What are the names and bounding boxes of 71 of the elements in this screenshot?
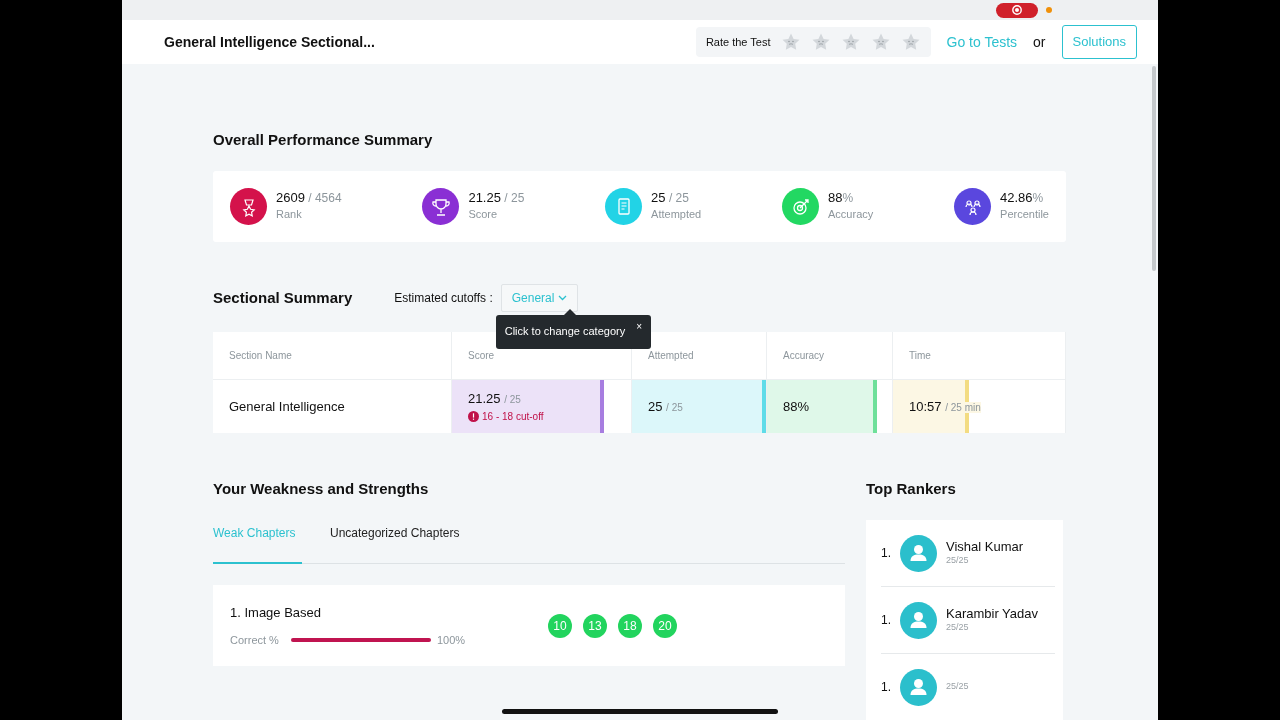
cell-value: 25 xyxy=(648,398,663,414)
tooltip-text: Click to change category xyxy=(504,325,626,337)
ranker-score: 25/25 xyxy=(946,620,970,634)
question-number[interactable]: 13 xyxy=(583,613,607,638)
stat-value: 2609 xyxy=(276,190,305,206)
cell-total: / 25 xyxy=(504,394,521,406)
question-number[interactable]: 18 xyxy=(618,613,642,638)
stat-total: / 25 xyxy=(667,191,689,206)
chapter-tab[interactable]: Uncategorized Chapters xyxy=(330,524,460,564)
star-icon[interactable] xyxy=(840,32,861,52)
stat-label: Percentile xyxy=(1000,207,1049,223)
avatar-icon xyxy=(900,668,937,706)
stat-label: Attempted xyxy=(651,207,702,223)
or-text: or xyxy=(1033,32,1046,52)
stat-label: Rank xyxy=(276,207,303,223)
star-icon[interactable] xyxy=(780,32,801,52)
chevron-down-icon xyxy=(558,295,568,301)
percent-text: 100% xyxy=(436,633,466,648)
star-icon[interactable] xyxy=(900,32,921,52)
ranker-score: 25/25 xyxy=(946,680,969,694)
ranker-score: 25/25 xyxy=(946,553,970,567)
solutions-button[interactable]: Solutions xyxy=(1061,25,1137,59)
cell-total: / 25 min xyxy=(945,401,981,413)
column-header: Time xyxy=(893,332,1066,380)
ranker-name: Vishal Kumar xyxy=(946,538,1024,554)
section-title: Sectional Summary xyxy=(213,289,353,307)
scrollbar[interactable] xyxy=(1152,66,1156,271)
chapter-tab[interactable]: Weak Chapters xyxy=(213,524,302,564)
ranker-name: Karambir Yadav xyxy=(946,605,1038,621)
dot-icon xyxy=(1046,7,1052,13)
stat-label: Accuracy xyxy=(828,207,874,223)
rank-number: 1. xyxy=(881,545,891,562)
stat-total: % xyxy=(842,191,854,206)
correct-label: Correct % xyxy=(230,633,279,648)
cell-value: 21.25 xyxy=(468,391,501,407)
test-title: General Intelligence Sectional... xyxy=(164,32,375,52)
cell-value: 10:57 xyxy=(909,398,942,414)
rating-label: Rate the Test xyxy=(705,34,771,50)
section-title: Top Rankers xyxy=(866,480,957,498)
chapter-title: 1. Image Based xyxy=(230,603,323,622)
table-cell: General Intelligence xyxy=(213,380,452,433)
record-icon xyxy=(1012,5,1022,15)
column-header: Section Name xyxy=(213,332,452,380)
avatar-icon xyxy=(900,534,937,572)
cutoff-label: Estimated cutoffs : xyxy=(394,290,493,307)
column-header: Attempted xyxy=(632,332,767,380)
question-number[interactable]: 20 xyxy=(653,613,677,638)
cell-value: 88% xyxy=(783,398,810,414)
star-icon[interactable] xyxy=(810,32,831,52)
avatar-icon xyxy=(900,601,937,639)
stat-value: 21.25 xyxy=(468,190,501,206)
stat-value: 25 xyxy=(651,190,666,206)
home-indicator[interactable] xyxy=(502,709,778,714)
go-to-tests-link[interactable]: Go to Tests xyxy=(946,31,1018,53)
star-icon[interactable] xyxy=(870,32,891,52)
rank-number: 1. xyxy=(881,612,891,629)
stat-value: 42.86 xyxy=(1000,190,1033,206)
cell-total: / 25 xyxy=(666,401,683,413)
question-number[interactable]: 10 xyxy=(548,613,572,638)
cutoff-note: 16 - 18 cut-off xyxy=(482,409,544,424)
stat-total: / 4564 xyxy=(307,191,342,206)
alert-icon xyxy=(468,410,479,422)
section-title: Overall Performance Summary xyxy=(213,131,434,149)
stat-label: Score xyxy=(468,207,499,223)
close-button[interactable]: × xyxy=(636,319,643,334)
stat-value: 88 xyxy=(828,190,843,206)
stat-total: % xyxy=(1032,191,1044,206)
stat-total: / 25 xyxy=(503,191,525,206)
column-header: Accuracy xyxy=(767,332,893,380)
rank-number: 1. xyxy=(881,679,891,696)
section-title: Your Weakness and Strengths xyxy=(213,480,430,498)
